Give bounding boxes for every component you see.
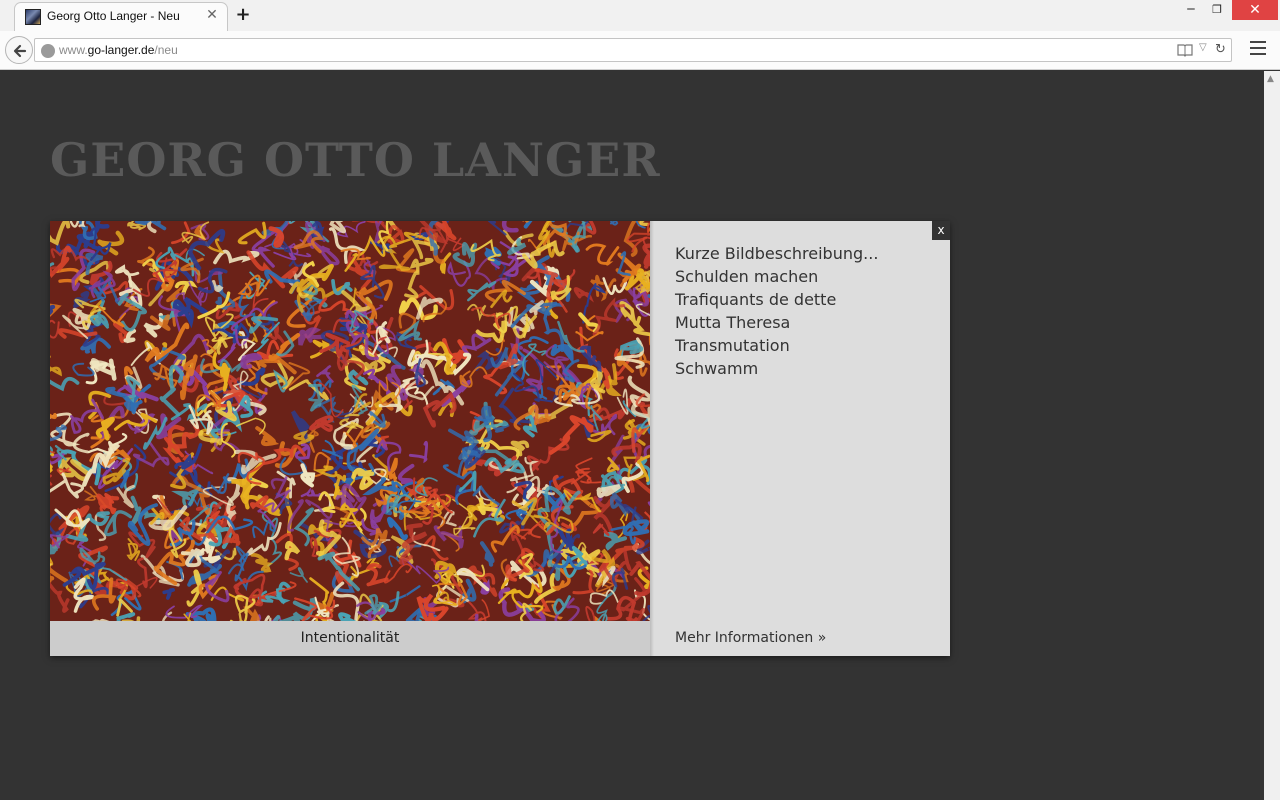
link-item[interactable]: Mutta Theresa	[675, 311, 878, 334]
tab-close-icon[interactable]: ✕	[203, 6, 221, 24]
url-dropdown-icon[interactable]: ▽	[1199, 42, 1207, 53]
tab-title: Georg Otto Langer - Neu	[47, 9, 180, 23]
back-arrow-icon	[13, 44, 27, 58]
link-item[interactable]: Trafiquants de dette	[675, 288, 878, 311]
url-bar[interactable]: www.go-langer.de/neu ▽ ↻	[34, 38, 1232, 62]
link-item[interactable]: Kurze Bildbeschreibung...	[675, 242, 878, 265]
url-text[interactable]: www.go-langer.de/neu	[59, 43, 178, 57]
scroll-up-icon[interactable]: ▲	[1267, 74, 1274, 84]
favicon-icon	[25, 9, 41, 25]
link-item[interactable]: Schwamm	[675, 357, 878, 380]
gallery-lightbox: Intentionalität x Kurze Bildbeschreibung…	[50, 221, 950, 656]
page-scrollbar[interactable]: ▲	[1264, 71, 1280, 800]
browser-tab[interactable]: Georg Otto Langer - Neu ✕	[14, 2, 228, 32]
window-minimize-button[interactable]: ‒	[1180, 0, 1202, 20]
browser-navbar: www.go-langer.de/neu ▽ ↻	[0, 31, 1280, 70]
page-content: GEORG OTTO LANGER Intentionalität x Kurz…	[0, 71, 1264, 800]
url-prefix: www.	[59, 43, 88, 57]
url-domain: go-langer.de	[87, 43, 155, 57]
link-item[interactable]: Transmutation	[675, 334, 878, 357]
globe-icon	[41, 44, 55, 58]
site-title[interactable]: GEORG OTTO LANGER	[50, 133, 661, 187]
more-info-link[interactable]: Mehr Informationen »	[675, 630, 826, 646]
reader-view-icon[interactable]	[1177, 43, 1193, 57]
hamburger-menu-icon[interactable]	[1250, 41, 1266, 55]
artwork-caption: Intentionalität	[300, 630, 400, 646]
browser-titlebar: Georg Otto Langer - Neu ✕ + ‒ ❐ ✕	[0, 0, 1280, 32]
artwork-image[interactable]	[50, 221, 650, 621]
link-item[interactable]: Schulden machen	[675, 265, 878, 288]
info-panel: x Kurze Bildbeschreibung... Schulden mac…	[650, 221, 950, 656]
artwork-link-list: Kurze Bildbeschreibung... Schulden mache…	[675, 242, 878, 380]
window-restore-button[interactable]: ❐	[1206, 0, 1228, 20]
reload-icon[interactable]: ↻	[1215, 42, 1226, 57]
close-button[interactable]: x	[932, 221, 950, 240]
back-button[interactable]	[5, 36, 33, 64]
new-tab-button[interactable]: +	[233, 5, 253, 25]
artwork-painting	[50, 221, 650, 621]
caption-bar: Intentionalität	[50, 621, 650, 656]
url-path: /neu	[154, 43, 178, 57]
window-close-button[interactable]: ✕	[1232, 0, 1278, 20]
